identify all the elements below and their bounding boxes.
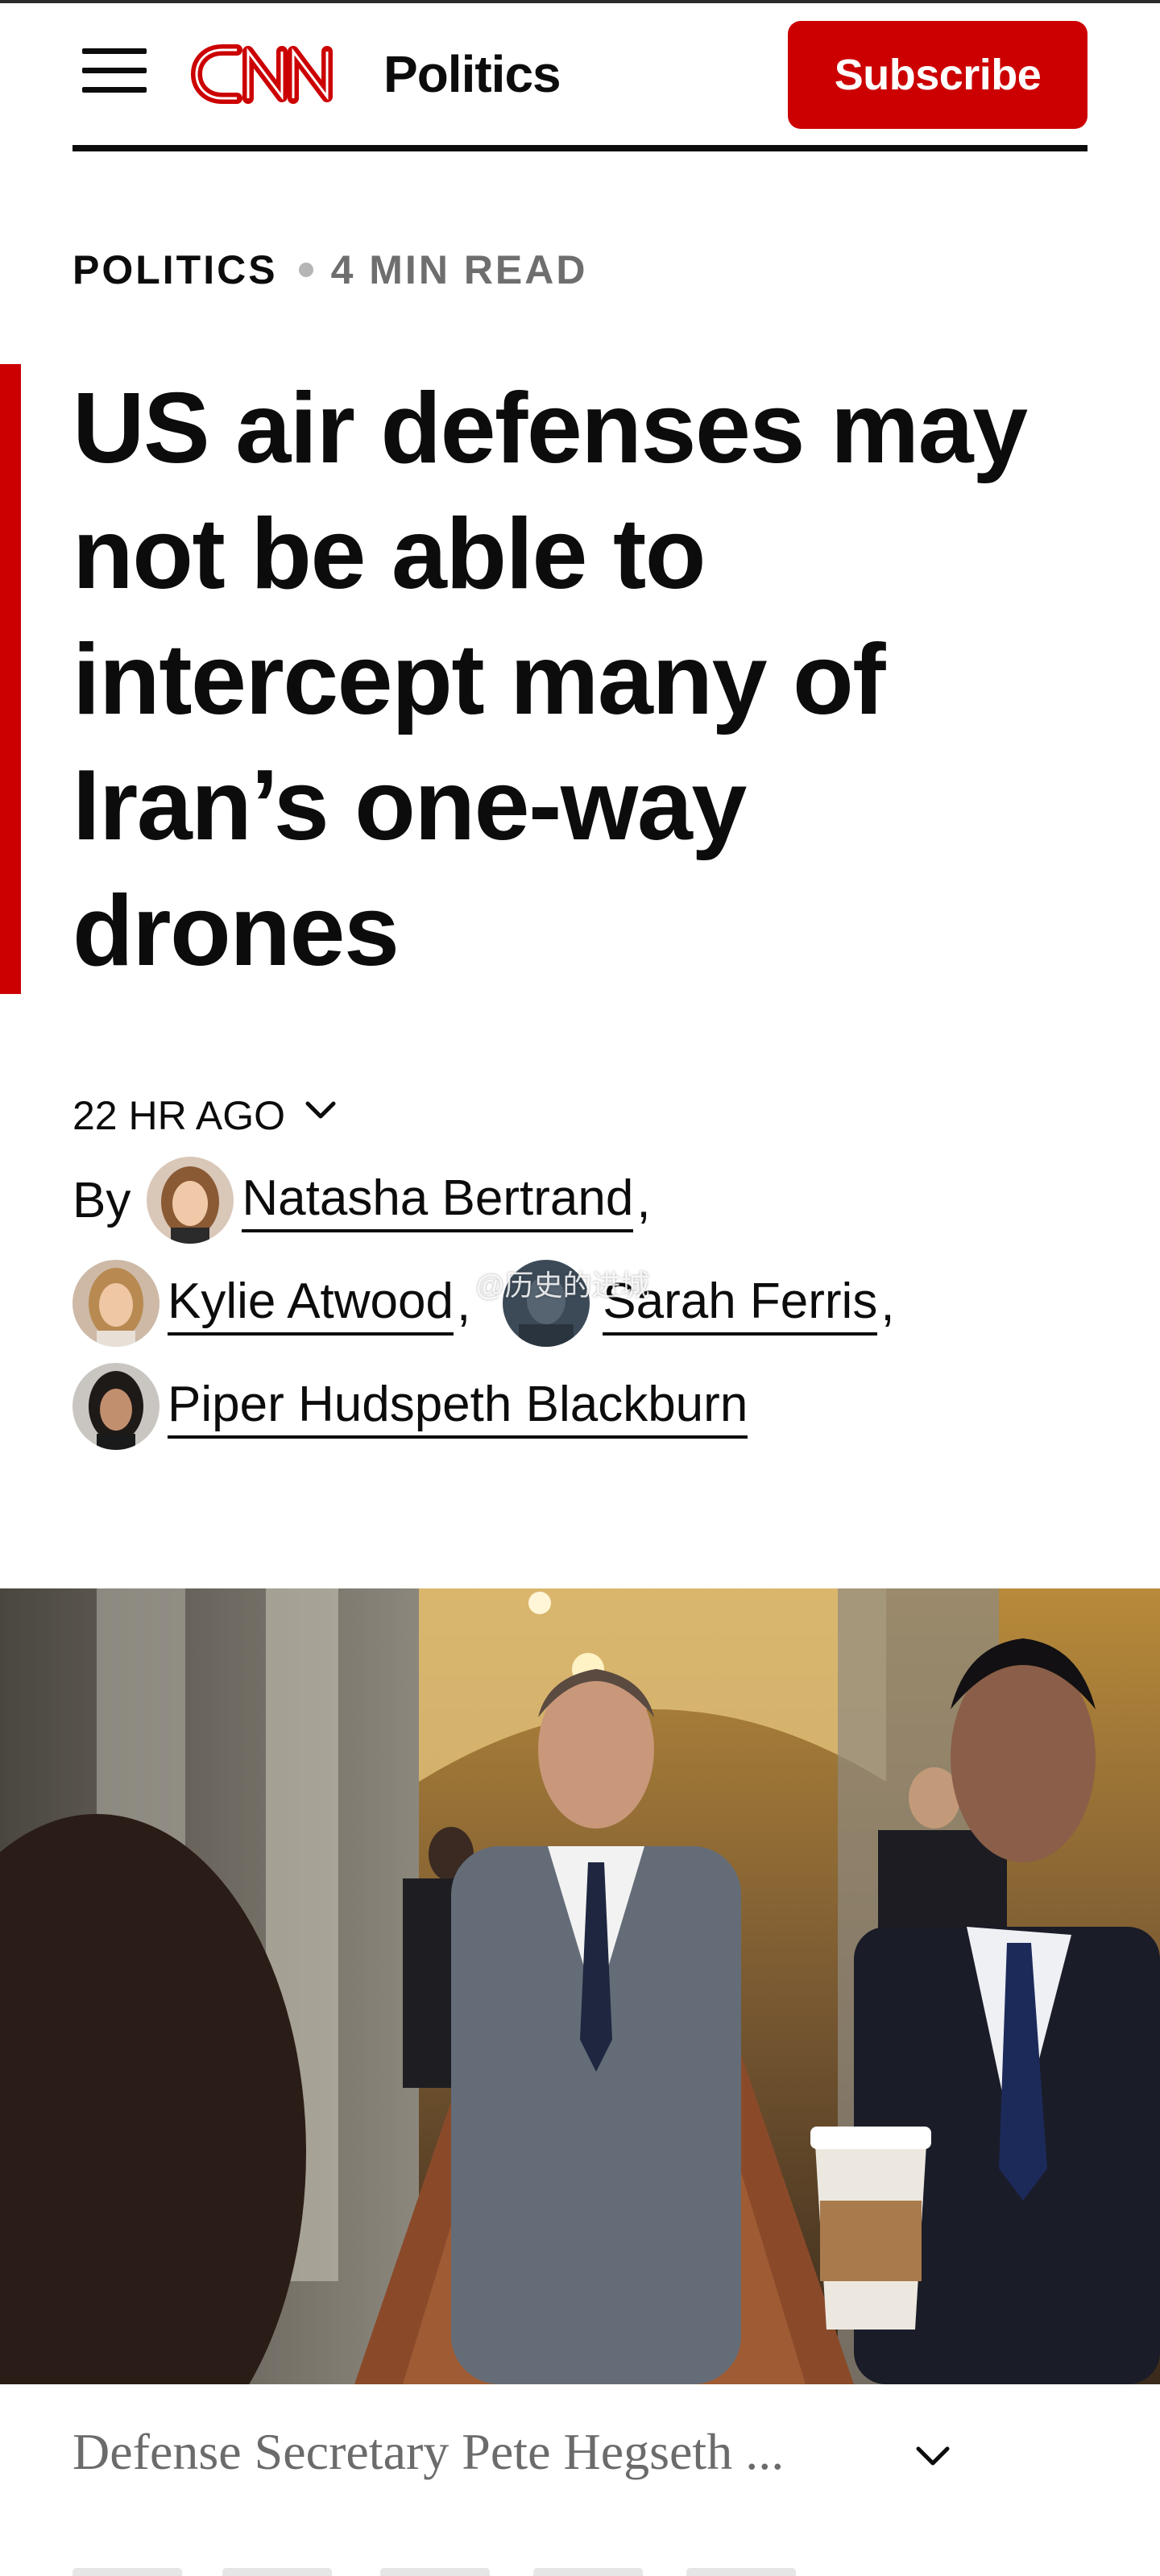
timestamp-toggle[interactable]: 22 HR AGO (72, 1087, 340, 1144)
by-label: By (72, 1172, 131, 1228)
section-title[interactable]: Politics (383, 39, 561, 110)
lead-photo[interactable] (0, 1588, 1160, 2384)
byline-row: By Natasha Bertrand , (72, 1152, 651, 1249)
menu-line (82, 48, 147, 54)
headline-accent-bar (0, 364, 21, 994)
article-headline: US air defenses may not be able to inter… (72, 373, 1028, 987)
image-caption: Defense Secretary Pete Hegseth ... (72, 2423, 785, 2480)
menu-line (82, 68, 147, 73)
author-separator: , (457, 1275, 471, 1331)
subscribe-button[interactable]: Subscribe (788, 21, 1088, 129)
byline-row: Piper Hudspeth Blackburn (72, 1358, 748, 1455)
separator-dot (298, 263, 313, 277)
chevron-down-icon (305, 1101, 336, 1119)
watermark: @历史的进城 (475, 1269, 650, 1302)
cnn-logo[interactable] (187, 32, 356, 116)
avatar[interactable] (72, 1363, 160, 1450)
author-link[interactable]: Piper Hudspeth Blackburn (168, 1374, 748, 1439)
author-separator: , (880, 1275, 895, 1331)
read-time: 4 MIN READ (330, 247, 588, 292)
share-button[interactable] (380, 2568, 490, 2576)
top-border (0, 0, 1160, 3)
author-separator: , (636, 1172, 651, 1228)
chevron-down-icon (916, 2446, 950, 2466)
header-divider (72, 145, 1088, 151)
share-button[interactable] (222, 2568, 332, 2576)
share-bar-partial (72, 2568, 878, 2576)
avatar[interactable] (72, 1260, 160, 1347)
share-button[interactable] (686, 2568, 796, 2576)
share-button[interactable] (72, 2568, 182, 2576)
author-link[interactable]: Natasha Bertrand (242, 1168, 634, 1232)
menu-line (82, 87, 147, 93)
site-header: Politics Subscribe (72, 18, 1088, 151)
section-label[interactable]: POLITICS (72, 246, 278, 293)
share-button[interactable] (533, 2568, 643, 2576)
avatar[interactable] (147, 1157, 234, 1244)
author-link[interactable]: Kylie Atwood (168, 1271, 454, 1336)
article-kicker: POLITICS 4 MIN READ (72, 242, 588, 298)
timestamp: 22 HR AGO (72, 1093, 285, 1138)
image-caption-toggle[interactable]: Defense Secretary Pete Hegseth ... (72, 2418, 1055, 2486)
hamburger-menu-icon[interactable] (82, 42, 150, 98)
